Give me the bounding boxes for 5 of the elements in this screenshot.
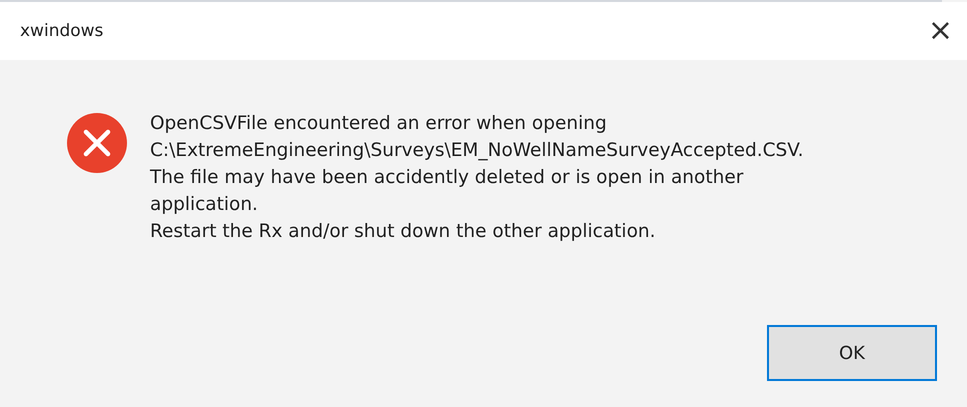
error-message: OpenCSVFile encountered an error when opening C:\ExtremeEngineering\Surveys\EM_NoWellNameSurveyAccepted.CSV. The file may have been accidently deleted or is open in another application. Restart the Rx and/or shut down the other application. — [150, 112, 804, 244]
window-title: xwindows — [20, 21, 104, 41]
close-button[interactable]: × — [928, 16, 953, 46]
ok-button[interactable]: OK — [767, 325, 937, 381]
error-icon — [66, 112, 128, 174]
